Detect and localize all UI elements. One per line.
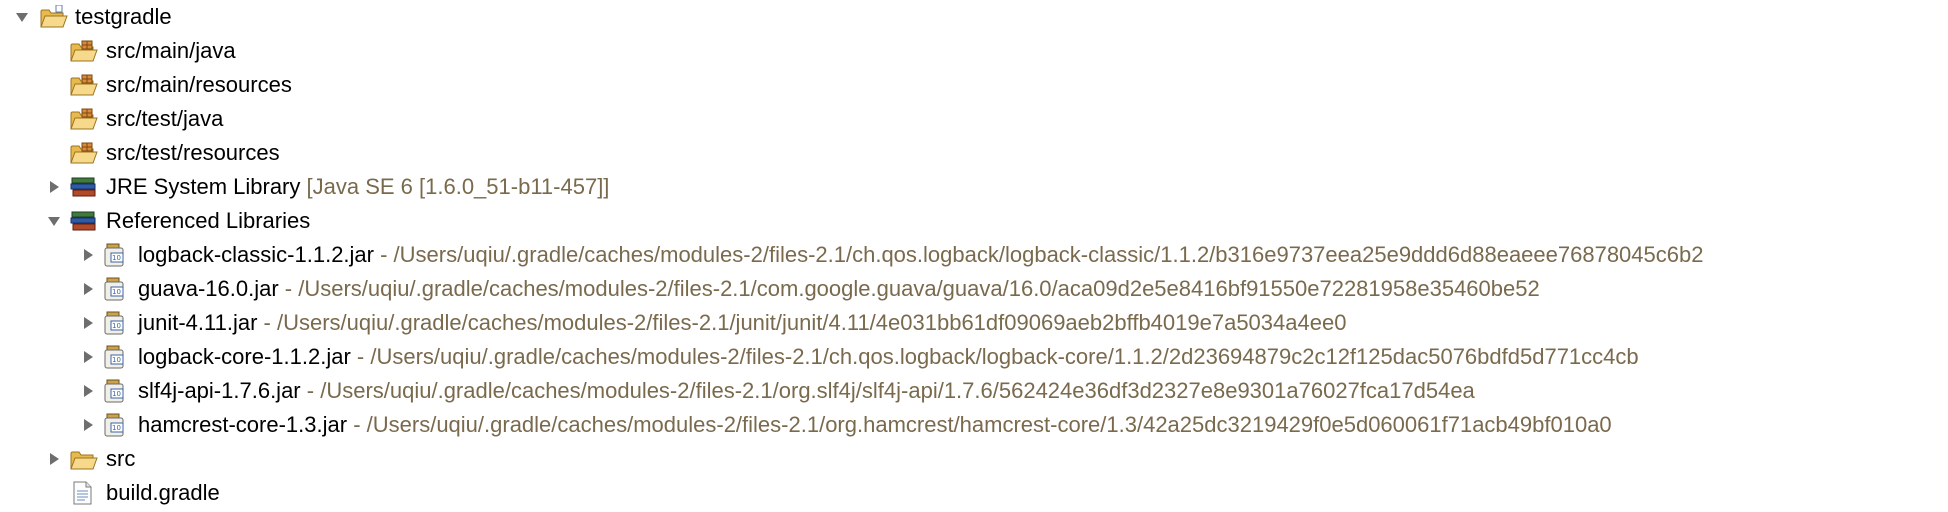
svg-text:10: 10 <box>112 390 121 398</box>
jar-separator: - <box>278 276 299 301</box>
jar-icon: 10 <box>102 311 130 335</box>
package-folder-icon <box>70 141 98 165</box>
svg-text:10: 10 <box>112 288 121 296</box>
jar-separator: - <box>350 344 371 369</box>
jar-name: hamcrest-core-1.3.jar <box>138 412 348 437</box>
source-folder-label: src/test/resources <box>106 140 280 165</box>
expand-right-icon[interactable] <box>78 374 100 408</box>
jar-path: /Users/uqiu/.gradle/caches/modules-2/fil… <box>370 344 1639 369</box>
referenced-libraries-label: Referenced Libraries <box>106 208 311 233</box>
jar-name: slf4j-api-1.7.6.jar <box>138 378 301 403</box>
expand-right-icon[interactable] <box>78 408 100 442</box>
package-folder-icon <box>70 107 98 131</box>
jar-icon: 10 <box>102 379 130 403</box>
jre-library-label: JRE System Library <box>106 174 301 199</box>
jar-icon: 10 <box>102 345 130 369</box>
jar-path: /Users/uqiu/.gradle/caches/modules-2/fil… <box>298 276 1540 301</box>
jar-name: guava-16.0.jar <box>138 276 279 301</box>
expand-down-icon[interactable] <box>44 204 66 238</box>
package-explorer-tree: testgradle src/main/java src/main/resour… <box>0 0 1948 510</box>
package-folder-icon <box>70 39 98 63</box>
project-folder-icon <box>40 5 68 29</box>
source-folder-label: src/main/java <box>106 38 236 63</box>
tree-node-jar[interactable]: 10 hamcrest-core-1.3.jar - /Users/uqiu/.… <box>0 408 1948 442</box>
svg-text:10: 10 <box>112 424 121 432</box>
tree-node-referenced-libraries[interactable]: Referenced Libraries <box>0 204 1948 238</box>
jar-path: /Users/uqiu/.gradle/caches/modules-2/fil… <box>320 378 1475 403</box>
tree-node-jar[interactable]: 10 slf4j-api-1.7.6.jar - /Users/uqiu/.gr… <box>0 374 1948 408</box>
jar-separator: - <box>257 310 277 335</box>
library-icon <box>70 209 98 233</box>
jar-icon: 10 <box>102 277 130 301</box>
jar-path: /Users/uqiu/.gradle/caches/modules-2/fil… <box>366 412 1612 437</box>
expand-right-icon[interactable] <box>44 170 66 204</box>
file-icon <box>70 481 98 505</box>
svg-text:10: 10 <box>112 356 121 364</box>
source-folder-label: src/main/resources <box>106 72 292 97</box>
expand-right-icon[interactable] <box>78 272 100 306</box>
tree-node-build-gradle[interactable]: build.gradle <box>0 476 1948 510</box>
source-folder-label: src/test/java <box>106 106 224 131</box>
tree-node-jar[interactable]: 10 logback-core-1.1.2.jar - /Users/uqiu/… <box>0 340 1948 374</box>
jar-name: logback-classic-1.1.2.jar <box>138 242 374 267</box>
svg-text:10: 10 <box>112 254 121 262</box>
tree-node-source-folder[interactable]: src/test/java <box>0 102 1948 136</box>
jar-name: junit-4.11.jar <box>138 310 258 335</box>
jar-name: logback-core-1.1.2.jar <box>138 344 351 369</box>
tree-node-jar[interactable]: 10 logback-classic-1.1.2.jar - /Users/uq… <box>0 238 1948 272</box>
library-icon <box>70 175 98 199</box>
jar-separator: - <box>373 242 394 267</box>
jar-separator: - <box>300 378 321 403</box>
jre-version-decoration: [Java SE 6 [1.6.0_51-b11-457]] <box>306 174 610 199</box>
tree-node-source-folder[interactable]: src/main/java <box>0 34 1948 68</box>
tree-node-jar[interactable]: 10 guava-16.0.jar - /Users/uqiu/.gradle/… <box>0 272 1948 306</box>
expand-right-icon[interactable] <box>78 238 100 272</box>
tree-node-jar[interactable]: 10 junit-4.11.jar - /Users/uqiu/.gradle/… <box>0 306 1948 340</box>
jar-icon: 10 <box>102 243 130 267</box>
src-folder-label: src <box>106 446 136 471</box>
svg-text:10: 10 <box>112 322 121 330</box>
tree-node-source-folder[interactable]: src/main/resources <box>0 68 1948 102</box>
project-label: testgradle <box>75 4 172 29</box>
tree-node-testgradle[interactable]: testgradle <box>0 0 1948 34</box>
jar-path: /Users/uqiu/.gradle/caches/modules-2/fil… <box>277 310 1347 335</box>
jar-icon: 10 <box>102 413 130 437</box>
jar-path: /Users/uqiu/.gradle/caches/modules-2/fil… <box>393 242 1704 267</box>
expand-right-icon[interactable] <box>44 442 66 476</box>
jar-separator: - <box>347 412 367 437</box>
expand-right-icon[interactable] <box>78 340 100 374</box>
tree-node-jre-system-library[interactable]: JRE System Library [Java SE 6 [1.6.0_51-… <box>0 170 1948 204</box>
tree-node-source-folder[interactable]: src/test/resources <box>0 136 1948 170</box>
package-folder-icon <box>70 73 98 97</box>
expand-down-icon[interactable] <box>12 0 34 34</box>
tree-node-src-folder[interactable]: src <box>0 442 1948 476</box>
build-gradle-label: build.gradle <box>106 480 220 505</box>
folder-icon <box>70 447 98 471</box>
expand-right-icon[interactable] <box>78 306 100 340</box>
